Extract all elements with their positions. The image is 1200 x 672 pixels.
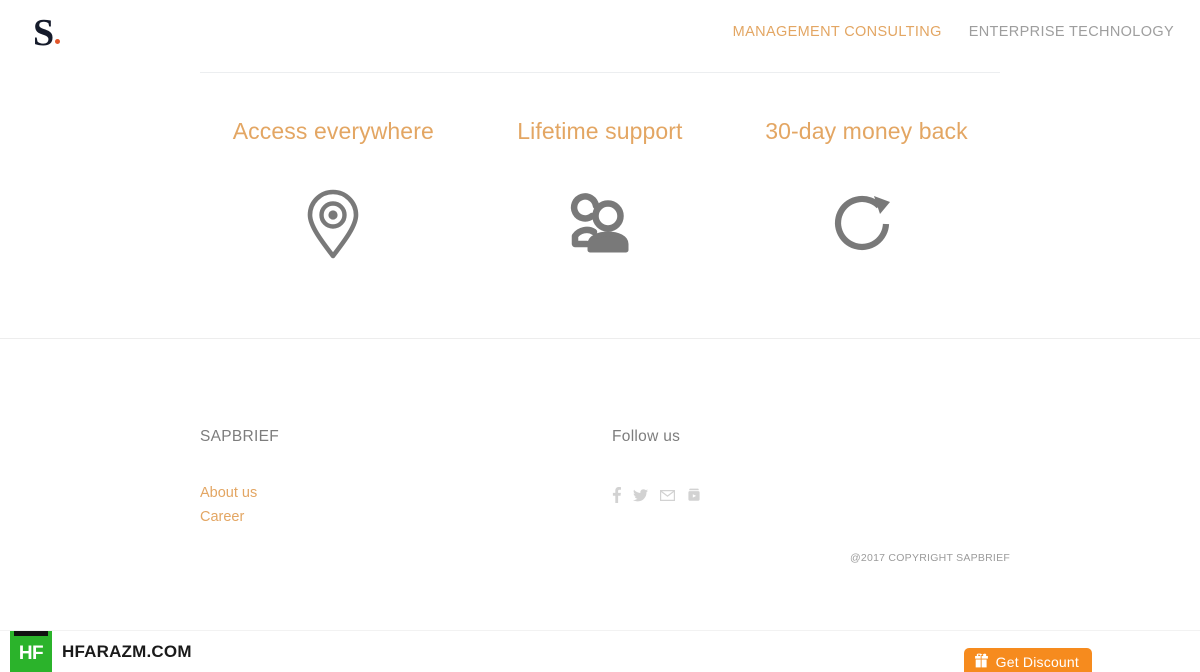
footer-social-heading: Follow us — [612, 428, 681, 445]
twitter-icon[interactable] — [633, 488, 648, 502]
brand-logo-letter: S — [33, 12, 54, 54]
get-discount-button[interactable]: Get Discount — [963, 648, 1092, 672]
people-icon — [563, 188, 637, 260]
features-section: Access everywhere Lifetime support 30-da… — [200, 118, 1000, 260]
hfarazm-logo: HF — [10, 631, 52, 672]
brand-logo-dot — [55, 39, 61, 44]
copyright-text: @2017 COPYRIGHT SAPBRIEF — [850, 552, 1011, 564]
feature-title: 30-day money back — [765, 118, 968, 144]
brand-logo[interactable]: S — [33, 12, 61, 54]
list-item: About us — [200, 481, 530, 505]
facebook-icon[interactable] — [612, 487, 621, 504]
footer-brand-column: SAPBRIEF About us Career — [200, 427, 530, 529]
site-footer: SAPBRIEF About us Career Follow us @2017… — [0, 339, 1200, 629]
footer-link-list: About us Career — [200, 481, 530, 529]
nav-item-management-consulting[interactable]: MANAGEMENT CONSULTING — [733, 24, 942, 40]
header-divider — [200, 72, 1000, 73]
feature-access-everywhere: Access everywhere — [200, 118, 467, 260]
social-icon-row — [612, 487, 942, 504]
footer-social-column: Follow us — [612, 427, 942, 504]
main-navigation: MANAGEMENT CONSULTING ENTERPRISE TECHNOL… — [733, 24, 1174, 40]
footer-link-career[interactable]: Career — [200, 509, 244, 525]
feature-money-back: 30-day money back — [733, 118, 1000, 260]
gift-icon — [974, 653, 989, 671]
hfarazm-site-text: HFARAZM.COM — [62, 642, 192, 661]
refresh-icon — [832, 188, 900, 260]
email-icon[interactable] — [660, 489, 675, 501]
get-discount-label: Get Discount — [995, 654, 1079, 670]
location-pin-icon — [304, 188, 362, 260]
footer-link-about-us[interactable]: About us — [200, 485, 257, 501]
hfarazm-logo-text: HF — [18, 643, 44, 664]
nav-item-enterprise-technology[interactable]: ENTERPRISE TECHNOLOGY — [969, 24, 1174, 40]
youtube-icon[interactable] — [687, 488, 701, 502]
list-item: Career — [200, 505, 530, 529]
site-header: S MANAGEMENT CONSULTING ENTERPRISE TECHN… — [0, 0, 1200, 68]
feature-title: Lifetime support — [517, 118, 683, 144]
feature-lifetime-support: Lifetime support — [467, 118, 734, 260]
footer-brand-heading: SAPBRIEF — [200, 428, 280, 445]
feature-title: Access everywhere — [232, 118, 434, 144]
